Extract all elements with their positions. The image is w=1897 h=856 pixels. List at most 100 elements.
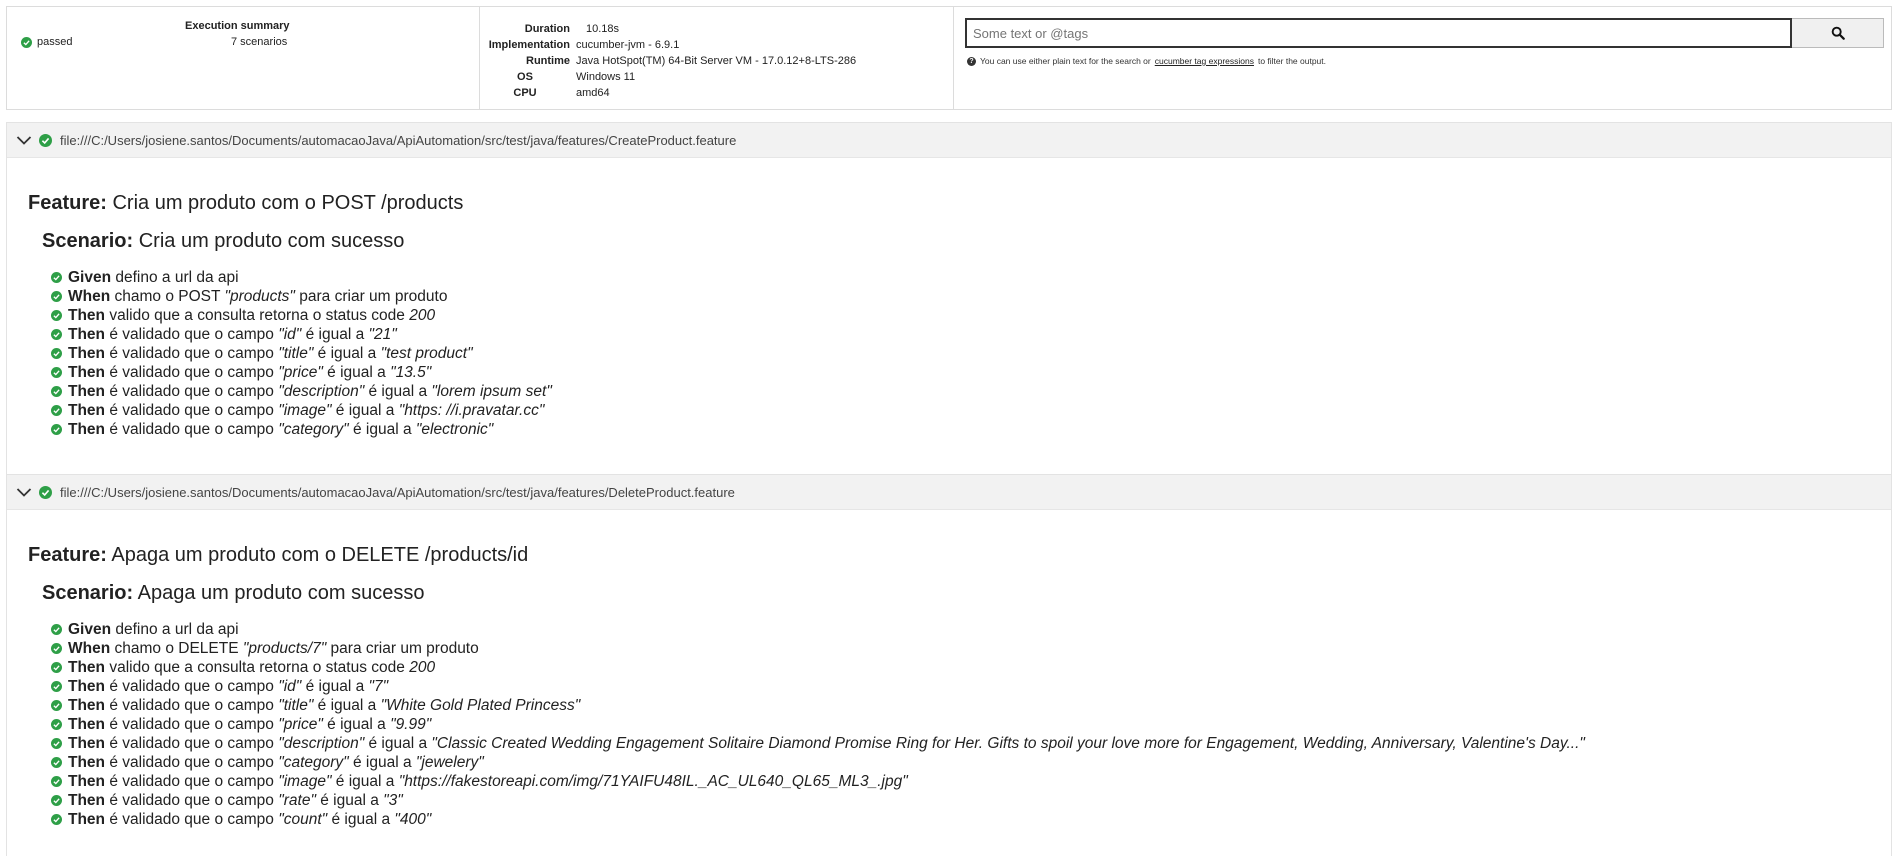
help-text-suffix: to filter the output. <box>1257 56 1327 66</box>
feature-title: Feature: Cria um produto com o POST /pro… <box>28 192 463 215</box>
step-argument: "count" <box>278 810 328 828</box>
scenario-keyword: Scenario: <box>42 230 134 252</box>
step-text: é igual a <box>313 344 381 362</box>
step-item: Then é validado que o campo "description… <box>51 382 552 401</box>
step-keyword: Then <box>68 677 106 695</box>
step-argument: "title" <box>278 696 314 714</box>
search-bar <box>965 18 1884 48</box>
search-icon <box>1831 26 1845 40</box>
step-item: Then é validado que o campo "title" é ig… <box>51 344 552 363</box>
step-item: Then é validado que o campo "price" é ig… <box>51 363 552 382</box>
step-text: defino a url da api <box>111 620 239 638</box>
passed-check-icon <box>21 36 32 48</box>
step-text: chamo o DELETE <box>110 639 243 657</box>
step-argument: "White Gold Plated Princess" <box>380 696 581 714</box>
search-button[interactable] <box>1792 18 1884 48</box>
status-label: passed <box>37 36 73 48</box>
env-value: cucumber-jvm - 6.9.1 <box>576 39 680 51</box>
env-row-cpu: CPU amd64 <box>480 85 856 101</box>
step-argument: "description" <box>278 382 365 400</box>
step-keyword: Then <box>68 658 106 676</box>
step-text: é igual a <box>348 753 416 771</box>
environment-column: Duration 10.18s Implementation cucumber-… <box>480 7 954 109</box>
chevron-down-icon[interactable] <box>15 131 33 149</box>
step-text: é igual a <box>364 734 432 752</box>
passed-check-icon <box>51 662 62 673</box>
step-keyword: Then <box>68 734 106 752</box>
passed-check-icon <box>51 310 62 321</box>
feature-keyword: Feature: <box>28 192 107 214</box>
step-text: é validado que o campo <box>105 420 279 438</box>
step-text: é igual a <box>315 791 384 809</box>
passed-check-icon <box>51 291 62 302</box>
step-item: When chamo o POST "products" para criar … <box>51 287 552 306</box>
feature-header[interactable]: file:///C:/Users/josiene.santos/Document… <box>7 122 1891 158</box>
step-keyword: Then <box>68 696 106 714</box>
step-argument: "jewelery" <box>415 753 484 771</box>
step-keyword: Then <box>68 772 106 790</box>
step-item: Then é validado que o campo "count" é ig… <box>51 810 1585 829</box>
step-text: é validado que o campo <box>105 677 279 695</box>
step-argument: 200 <box>409 658 436 676</box>
step-text: é igual a <box>327 810 395 828</box>
feature-header[interactable]: file:///C:/Users/josiene.santos/Document… <box>7 474 1891 510</box>
search-help: ? You can use either plain text for the … <box>967 56 1326 66</box>
step-text: é validado que o campo <box>105 344 279 362</box>
step-keyword: Then <box>68 363 106 381</box>
step-item: When chamo o DELETE "products/7" para cr… <box>51 639 1585 658</box>
feature-delete-product: file:///C:/Users/josiene.santos/Document… <box>6 474 1892 856</box>
step-argument: "category" <box>278 420 349 438</box>
step-text: é validado que o campo <box>105 363 279 381</box>
env-value: amd64 <box>576 87 610 99</box>
passed-check-icon <box>51 405 62 416</box>
step-keyword: Then <box>68 810 106 828</box>
passed-check-icon <box>51 719 62 730</box>
search-column: ? You can use either plain text for the … <box>954 7 1891 109</box>
step-keyword: Then <box>68 382 106 400</box>
passed-check-icon <box>51 348 62 359</box>
step-argument: "21" <box>368 325 397 343</box>
step-keyword: Given <box>68 268 112 286</box>
passed-check-icon <box>51 814 62 825</box>
passed-check-icon <box>51 776 62 787</box>
step-argument: "7" <box>368 677 389 695</box>
step-text: é validado que o campo <box>105 734 279 752</box>
env-row-os: OS Windows 11 <box>480 69 856 85</box>
step-item: Then é validado que o campo "category" é… <box>51 753 1585 772</box>
step-argument: "13.5" <box>390 363 432 381</box>
status-badge: passed <box>21 36 72 48</box>
step-text: valido que a consulta retorna o status c… <box>105 658 410 676</box>
step-keyword: When <box>68 639 111 657</box>
tag-expressions-link[interactable]: cucumber tag expressions <box>1155 56 1254 66</box>
step-text: é igual a <box>301 325 369 343</box>
step-text: para criar um produto <box>326 639 479 657</box>
step-argument: "test product" <box>380 344 473 362</box>
env-key: Duration <box>524 23 570 35</box>
step-argument: "3" <box>383 791 403 809</box>
passed-check-icon <box>51 757 62 768</box>
step-item: Then valido que a consulta retorna o sta… <box>51 658 1585 677</box>
step-keyword: Then <box>68 344 106 362</box>
step-argument: "products" <box>224 287 295 305</box>
env-row-runtime: Runtime Java HotSpot(TM) 64-Bit Server V… <box>480 53 856 69</box>
env-key: OS <box>517 71 533 83</box>
chevron-down-icon[interactable] <box>15 483 33 501</box>
feature-name: Apaga um produto com o DELETE /products/… <box>111 544 529 566</box>
passed-check-icon <box>51 738 62 749</box>
passed-check-icon <box>51 795 62 806</box>
env-key: Runtime <box>526 55 570 67</box>
search-input[interactable] <box>965 18 1792 48</box>
execution-summary-panel: passed Execution summary 7 scenarios Dur… <box>6 6 1892 110</box>
step-list: Given defino a url da api When chamo o PO… <box>51 268 552 439</box>
step-argument: "https: //i.pravatar.cc" <box>398 401 545 419</box>
step-list: Given defino a url da api When chamo o DE… <box>51 620 1585 829</box>
execution-summary-title: Execution summary <box>185 20 290 32</box>
step-argument: "400" <box>394 810 432 828</box>
step-item: Then é validado que o campo "id" é igual… <box>51 325 552 344</box>
question-icon: ? <box>967 56 976 66</box>
step-item: Then é validado que o campo "category" é… <box>51 420 552 439</box>
step-text: é validado que o campo <box>105 401 279 419</box>
step-text: é igual a <box>331 772 399 790</box>
step-argument: 200 <box>409 306 436 324</box>
step-text: é igual a <box>301 677 369 695</box>
